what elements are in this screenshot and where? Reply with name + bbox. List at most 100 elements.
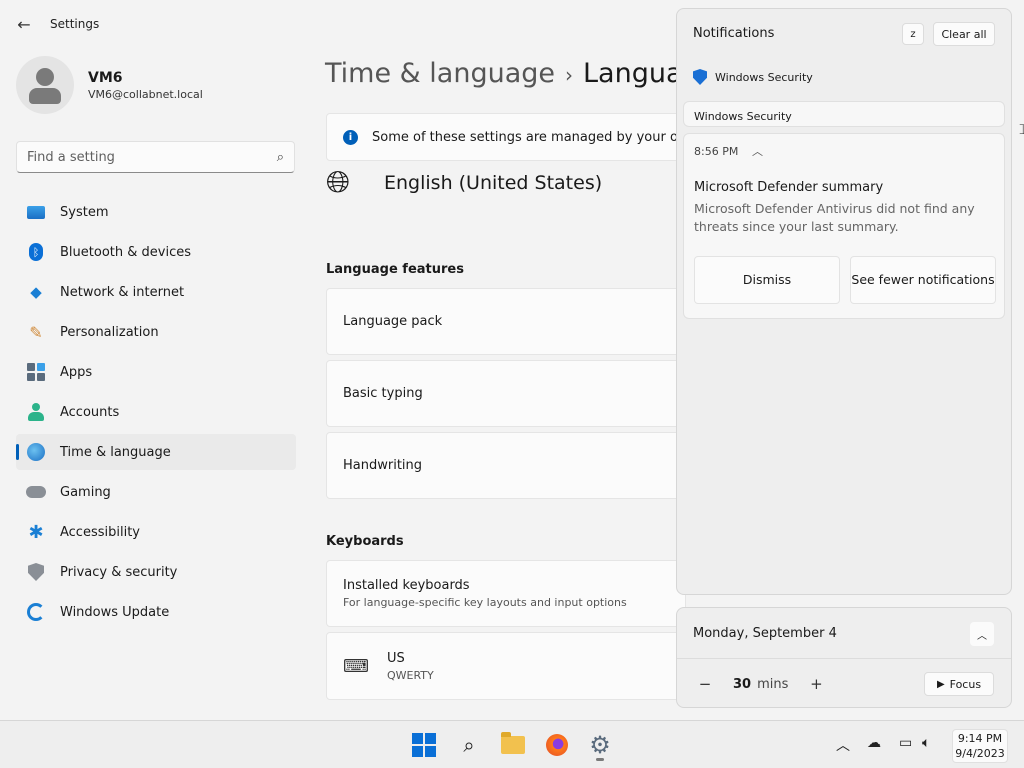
breadcrumb: Time & language › Languag — [325, 58, 700, 89]
sidebar-item-apps[interactable]: Apps — [16, 354, 296, 390]
search-placeholder: Find a setting — [27, 149, 115, 165]
sidebar-item-gaming[interactable]: Gaming — [16, 474, 296, 510]
card-label: Basic typing — [343, 386, 423, 401]
firefox-button[interactable] — [543, 731, 571, 759]
sidebar-item-personalization[interactable]: ✎ Personalization — [16, 314, 296, 350]
taskbar-search-button[interactable]: ⌕ — [455, 731, 483, 759]
chevron-up-icon[interactable]: ︿ — [970, 622, 994, 646]
stacked-notification[interactable]: Windows Security — [683, 101, 1005, 127]
volume-icon[interactable]: 🔈︎ — [922, 735, 930, 751]
back-arrow-icon: ← — [17, 14, 31, 34]
apps-icon — [26, 362, 46, 382]
chevron-up-icon[interactable]: ︿ — [752, 143, 763, 159]
sidebar-item-system[interactable]: System — [16, 194, 296, 230]
focus-button[interactable]: ▶ Focus — [924, 672, 994, 696]
handwriting-card[interactable]: Handwriting — [326, 432, 686, 499]
shield-icon — [26, 562, 46, 582]
sidebar-item-network[interactable]: ◆ Network & internet — [16, 274, 296, 310]
windows-logo-icon — [412, 733, 436, 757]
sidebar-nav: System ᛒ Bluetooth & devices ◆ Network &… — [16, 194, 296, 634]
avatar — [16, 56, 74, 114]
search-icon: ⌕ — [276, 149, 284, 165]
active-app-indicator — [596, 758, 604, 761]
see-fewer-notifications-button[interactable]: See fewer notifications — [850, 256, 996, 304]
sidebar-item-windows-update[interactable]: Windows Update — [16, 594, 296, 630]
breadcrumb-parent[interactable]: Time & language — [325, 58, 555, 89]
sidebar-item-accounts[interactable]: Accounts — [16, 394, 296, 430]
clock-date: 9/4/2023 — [955, 747, 1005, 760]
defender-notification[interactable]: 8:56 PM ︿ Microsoft Defender summary Mic… — [683, 133, 1005, 319]
language-header: 🌐︎ English (United States) — [326, 165, 602, 200]
taskbar-clock[interactable]: 9:14 PM 9/4/2023 — [952, 729, 1008, 763]
keyboard-layout: QWERTY — [386, 668, 434, 682]
sidebar-item-label: System — [60, 204, 109, 220]
notification-title: Microsoft Defender summary — [694, 180, 884, 195]
card-sublabel: For language-specific key layouts and in… — [343, 596, 627, 609]
bluetooth-icon: ᛒ — [26, 242, 46, 262]
sidebar-item-label: Time & language — [60, 444, 171, 460]
search-icon: ⌕ — [463, 733, 475, 757]
update-icon — [26, 602, 46, 622]
language-pack-card[interactable]: Language pack — [326, 288, 686, 355]
sidebar-item-accessibility[interactable]: ✱ Accessibility — [16, 514, 296, 550]
onedrive-icon[interactable]: ☁ — [867, 735, 881, 751]
sidebar-item-label: Windows Update — [60, 604, 170, 620]
section-title-language-features: Language features — [326, 262, 464, 277]
notification-time: 8:56 PM — [694, 145, 739, 158]
notification-center: Notifications z Clear all Windows Securi… — [676, 8, 1012, 595]
network-icon[interactable]: ▭ — [899, 735, 912, 751]
chevron-right-icon: › — [565, 63, 574, 87]
sidebar-item-label: Accessibility — [60, 524, 140, 540]
play-icon: ▶ — [936, 678, 945, 690]
sidebar-item-label: Bluetooth & devices — [60, 244, 191, 260]
increase-focus-button[interactable]: + — [804, 672, 828, 696]
user-profile[interactable]: VM6 VM6@collabnet.local — [16, 56, 203, 114]
settings-taskbar-button[interactable]: ⚙ — [586, 731, 614, 759]
folder-icon — [501, 732, 525, 754]
card-label: Handwriting — [343, 458, 423, 473]
language-icon: 🌐︎ — [326, 165, 350, 200]
sidebar-item-label: Apps — [60, 364, 93, 380]
focus-minutes: 30 — [733, 676, 752, 692]
installed-keyboards-card[interactable]: Installed keyboards For language-specifi… — [326, 560, 686, 627]
calendar-date[interactable]: Monday, September 4 — [693, 626, 837, 641]
profile-email: VM6@collabnet.local — [88, 87, 203, 101]
language-name: English (United States) — [384, 171, 603, 194]
sidebar-item-privacy[interactable]: Privacy & security — [16, 554, 296, 590]
gamepad-icon — [26, 482, 46, 502]
show-hidden-icons-button[interactable]: ︿ — [836, 735, 850, 755]
search-input[interactable]: Find a setting ⌕ — [16, 141, 295, 173]
managed-settings-infobar: i Some of these settings are managed by … — [326, 113, 686, 161]
dismiss-button[interactable]: Dismiss — [694, 256, 840, 304]
card-label: Language pack — [343, 314, 443, 329]
section-title-keyboards: Keyboards — [326, 534, 404, 549]
sidebar-item-label: Personalization — [60, 324, 159, 340]
windows-security-icon — [693, 69, 707, 85]
file-explorer-button[interactable] — [499, 731, 527, 759]
start-button[interactable] — [410, 731, 438, 759]
back-button[interactable]: ← — [0, 0, 48, 48]
accessibility-icon: ✱ — [28, 521, 44, 543]
system-icon — [26, 202, 46, 222]
info-text: Some of these settings are managed by yo… — [372, 129, 686, 145]
focus-label: Focus — [949, 677, 982, 691]
basic-typing-card[interactable]: Basic typing — [326, 360, 686, 427]
profile-name: VM6 — [88, 69, 123, 86]
clear-all-button[interactable]: Clear all — [933, 22, 995, 46]
card-label: Installed keyboards — [343, 578, 470, 593]
sidebar-item-label: Accounts — [60, 404, 120, 420]
sidebar-item-time-language[interactable]: Time & language — [16, 434, 296, 470]
keyboard-us-card[interactable]: ⌨ US QWERTY — [326, 632, 686, 700]
accounts-icon — [26, 402, 46, 422]
clock-time: 9:14 PM — [957, 732, 1003, 745]
do-not-disturb-button[interactable]: z — [902, 23, 924, 45]
keyboard-icon: ⌨ — [343, 655, 369, 677]
sidebar-item-label: Network & internet — [60, 284, 185, 300]
wifi-icon: ◆ — [30, 283, 42, 301]
decrease-focus-button[interactable]: − — [693, 672, 717, 696]
notification-app-header: Windows Security — [693, 69, 813, 85]
calendar-panel: Monday, September 4 ︿ − 30 mins + ▶ Focu… — [676, 607, 1012, 708]
sidebar-item-bluetooth[interactable]: ᛒ Bluetooth & devices — [16, 234, 296, 270]
notifications-title: Notifications — [693, 26, 775, 41]
keyboard-name: US — [386, 650, 405, 666]
